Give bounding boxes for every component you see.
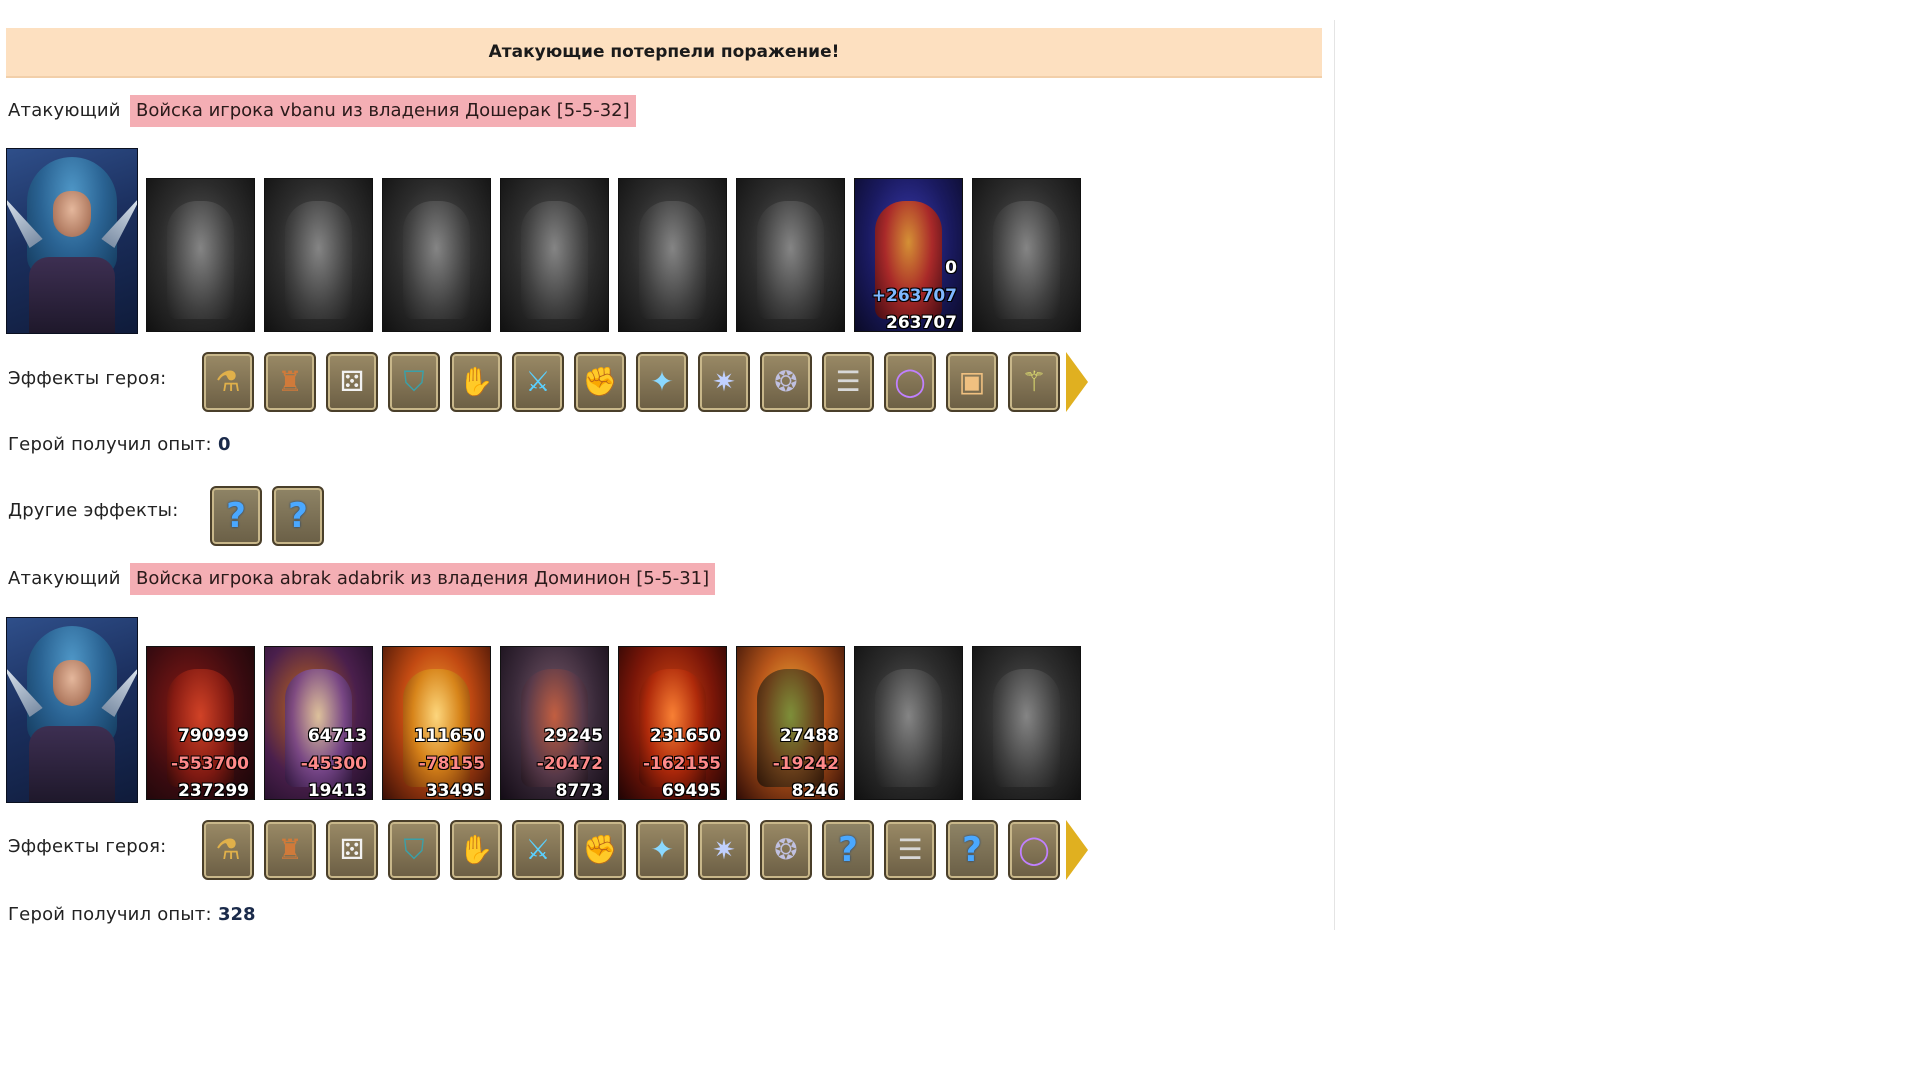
- scroll-icon[interactable]: ☰: [822, 352, 874, 412]
- unit-count: 64713: [307, 726, 367, 746]
- sword-icon[interactable]: ⚔: [512, 820, 564, 880]
- shield-hand-icon[interactable]: ✋: [450, 820, 502, 880]
- unknown-effect-icon[interactable]: ?: [822, 820, 874, 880]
- potion-icon[interactable]: ⚗: [202, 352, 254, 412]
- sword-icon[interactable]: ⚔: [512, 352, 564, 412]
- unit-loss: -19242: [772, 754, 839, 774]
- unit-figure: [993, 201, 1060, 319]
- panel-divider: [1334, 20, 1335, 930]
- attacker-role-label: Атакующий: [8, 568, 121, 589]
- unit-count: 27488: [779, 726, 839, 746]
- hero-face: [53, 660, 91, 706]
- battle-result-banner: Атакующие потерпели поражение!: [6, 28, 1322, 78]
- hero-effects-label: Эффекты героя:: [8, 368, 167, 389]
- amulet-icon[interactable]: ❂: [760, 352, 812, 412]
- ring-icon[interactable]: ◯: [1008, 820, 1060, 880]
- unit-figure: [285, 201, 352, 319]
- unit-figure: [993, 669, 1060, 787]
- unit-count: 29245: [543, 726, 603, 746]
- unit-count: 790999: [178, 726, 249, 746]
- unit-remaining: 263707: [886, 313, 957, 332]
- other-effects-label: Другие эффекты:: [8, 500, 179, 521]
- unit-loss: -78155: [418, 754, 485, 774]
- unit-loss: +263707: [871, 286, 957, 306]
- staff-icon[interactable]: ⚚: [1008, 352, 1060, 412]
- unit-figure: [639, 201, 706, 319]
- sword-hand-icon[interactable]: ✊: [574, 352, 626, 412]
- wraith-unit-icon[interactable]: [972, 178, 1081, 332]
- hero-face: [53, 191, 91, 237]
- hero-exp-label: Герой получил опыт:: [8, 434, 212, 455]
- queen-unit-icon[interactable]: 0 +263707 263707: [854, 178, 963, 332]
- unit-remaining: 19413: [307, 781, 367, 800]
- effects-next-arrow-icon[interactable]: [1066, 820, 1088, 880]
- hero-portrait[interactable]: [6, 148, 138, 334]
- unknown-effect-icon[interactable]: ?: [946, 820, 998, 880]
- dice-icon[interactable]: ⚄: [326, 352, 378, 412]
- dragon-unit-icon[interactable]: [146, 178, 255, 332]
- dice-icon[interactable]: ⚄: [326, 820, 378, 880]
- hero-body: [29, 257, 115, 333]
- knight-unit-icon[interactable]: [736, 178, 845, 332]
- bone-drake-unit-icon[interactable]: 29245 -20472 8773: [500, 646, 609, 800]
- unknown-effect-icon[interactable]: ?: [272, 486, 324, 546]
- hero-exp-label: Герой получил опыт:: [8, 904, 212, 925]
- unit-count: 0: [945, 258, 957, 278]
- chest-icon[interactable]: ▣: [946, 352, 998, 412]
- hero-effects-label: Эффекты героя:: [8, 836, 167, 857]
- shield-icon[interactable]: ⛉: [388, 352, 440, 412]
- potion-icon[interactable]: ⚗: [202, 820, 254, 880]
- shield-hand-icon[interactable]: ✋: [450, 352, 502, 412]
- wraith-unit-icon[interactable]: [972, 646, 1081, 800]
- unit-remaining: 69495: [661, 781, 721, 800]
- unknown-effect-icon[interactable]: ?: [210, 486, 262, 546]
- effects-next-arrow-icon[interactable]: [1066, 352, 1088, 412]
- orc-warlord-unit-icon[interactable]: 27488 -19242 8246: [736, 646, 845, 800]
- crystal-hand-icon[interactable]: ✦: [636, 820, 688, 880]
- dark-knight-unit-icon[interactable]: [854, 646, 963, 800]
- hero-body: [29, 726, 115, 802]
- unit-figure: [875, 669, 942, 787]
- hound-unit-icon[interactable]: [382, 178, 491, 332]
- golem-unit-icon[interactable]: [618, 178, 727, 332]
- unit-figure: [521, 201, 588, 319]
- unit-remaining: 33495: [425, 781, 485, 800]
- claw-icon[interactable]: ✷: [698, 820, 750, 880]
- unit-remaining: 8773: [555, 781, 603, 800]
- unit-figure: [403, 201, 470, 319]
- unit-figure: [167, 201, 234, 319]
- shield-icon[interactable]: ⛉: [388, 820, 440, 880]
- red-dragon-unit-icon[interactable]: 790999 -553700 237299: [146, 646, 255, 800]
- claw-icon[interactable]: ✷: [698, 352, 750, 412]
- unit-loss: -20472: [536, 754, 603, 774]
- unit-loss: -162155: [642, 754, 721, 774]
- skeleton-unit-icon[interactable]: [264, 178, 373, 332]
- attacker-army-label[interactable]: Войска игрока vbanu из владения Дошерак …: [130, 95, 636, 127]
- attacker-army-label[interactable]: Войска игрока abrak adabrik из владения …: [130, 563, 716, 595]
- lich-unit-icon[interactable]: 64713 -45300 19413: [264, 646, 373, 800]
- battle-report: Атакующие потерпели поражение! Атакующий…: [0, 0, 1330, 930]
- amulet-icon[interactable]: ❂: [760, 820, 812, 880]
- scroll-icon[interactable]: ☰: [884, 820, 936, 880]
- hero-portrait[interactable]: [6, 617, 138, 803]
- unit-loss: -45300: [300, 754, 367, 774]
- unit-figure: [757, 201, 824, 319]
- unit-count: 231650: [650, 726, 721, 746]
- sword-hand-icon[interactable]: ✊: [574, 820, 626, 880]
- lava-golem-unit-icon[interactable]: 231650 -162155 69495: [618, 646, 727, 800]
- attacker-role-label: Атакующий: [8, 100, 121, 121]
- fortress-icon[interactable]: ♜: [264, 820, 316, 880]
- crystal-hand-icon[interactable]: ✦: [636, 352, 688, 412]
- unit-remaining: 237299: [178, 781, 249, 800]
- unit-loss: -553700: [170, 754, 249, 774]
- fortress-icon[interactable]: ♜: [264, 352, 316, 412]
- hero-exp-value: 328: [218, 904, 256, 925]
- unit-remaining: 8246: [791, 781, 839, 800]
- unit-count: 111650: [414, 726, 485, 746]
- wyvern-unit-icon[interactable]: [500, 178, 609, 332]
- ring-icon[interactable]: ◯: [884, 352, 936, 412]
- hero-exp-value: 0: [218, 434, 231, 455]
- fire-beast-unit-icon[interactable]: 111650 -78155 33495: [382, 646, 491, 800]
